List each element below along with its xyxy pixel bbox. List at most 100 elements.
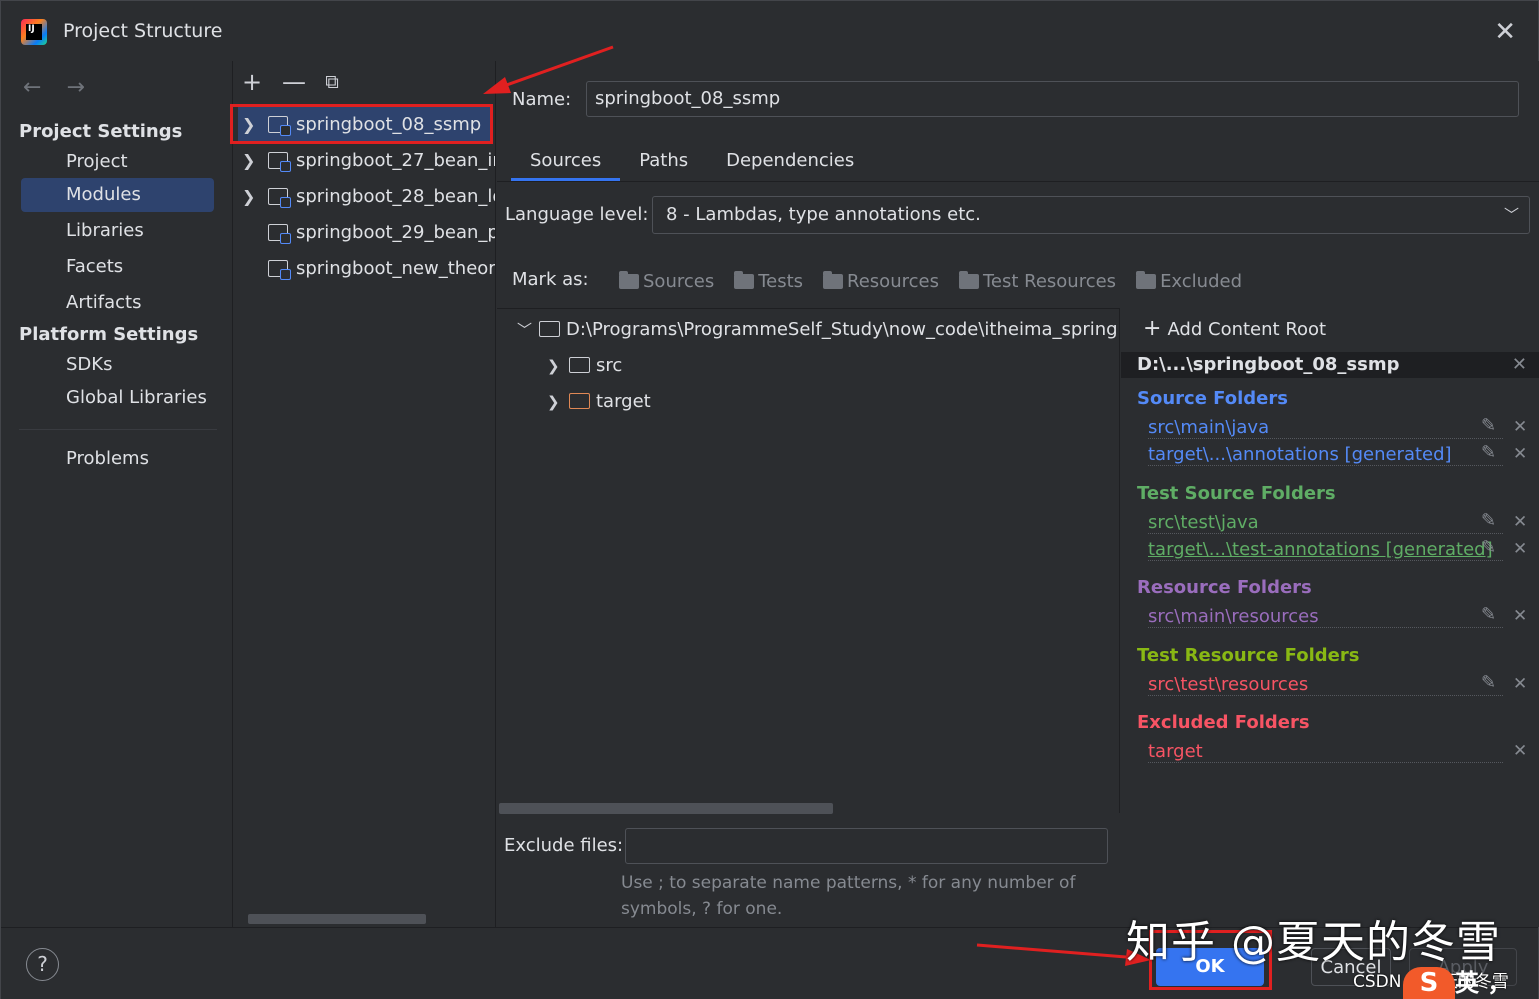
chevron-right-icon[interactable]: ❯ — [547, 349, 569, 383]
excluded-folder-icon — [569, 393, 590, 409]
mark-resources-label: Resources — [847, 271, 939, 292]
chevron-right-icon[interactable]: ❯ — [242, 143, 255, 179]
chevron-right-icon[interactable]: ❯ — [242, 179, 255, 215]
close-icon[interactable]: ✕ — [1513, 674, 1527, 694]
source-folder-item[interactable]: src\main\java — [1148, 417, 1503, 439]
exclude-files-label: Exclude files: — [504, 835, 624, 856]
pencil-icon[interactable]: ✎ — [1481, 510, 1496, 531]
sogou-ime-indicator: S 英 ， — [1403, 967, 1539, 999]
module-row[interactable]: ❯ springboot_08_ssmp — [238, 107, 492, 143]
test-resource-folder-item[interactable]: src\test\resources — [1148, 674, 1503, 696]
back-arrow-icon[interactable]: ← — [23, 75, 41, 100]
module-folder-icon — [268, 152, 291, 172]
close-icon[interactable]: ✕ — [1513, 539, 1527, 559]
mark-test-resources-label: Test Resources — [982, 271, 1117, 292]
close-icon[interactable]: ✕ — [1513, 741, 1527, 761]
nav-item-project[interactable]: Project — [21, 145, 214, 179]
pencil-icon[interactable]: ✎ — [1481, 604, 1496, 625]
pencil-icon[interactable]: ✎ — [1481, 537, 1496, 558]
tree-root-path: D:\Programs\ProgrammeSelf_Study\now_code… — [566, 319, 1120, 340]
content-roots-panel: + Add Content Root D:\...\springboot_08_s… — [1121, 308, 1539, 927]
folder-icon — [734, 271, 755, 289]
chevron-down-icon[interactable]: ﹀ — [517, 313, 539, 347]
intellij-idea-icon: IJ — [21, 19, 47, 45]
nav-item-modules[interactable]: Modules — [21, 178, 214, 212]
nav-item-sdks[interactable]: SDKs — [21, 348, 214, 382]
tab-paths[interactable]: Paths — [620, 145, 707, 181]
forward-arrow-icon[interactable]: → — [66, 75, 84, 100]
module-folder-icon — [268, 188, 291, 208]
mark-excluded-label: Excluded — [1160, 271, 1243, 292]
module-toolbar: + — ⧉ — [242, 67, 342, 97]
tree-row[interactable]: ❯ target — [547, 385, 651, 419]
tab-sources[interactable]: Sources — [511, 145, 621, 181]
module-name: springboot_27_bean_in — [296, 150, 496, 171]
nav-item-facets[interactable]: Facets — [21, 250, 214, 284]
close-icon[interactable]: ✕ — [1494, 17, 1516, 47]
add-content-root-label: Add Content Root — [1167, 319, 1327, 340]
chevron-down-icon[interactable]: ﹀ — [1504, 197, 1519, 233]
close-icon[interactable]: ✕ — [1513, 606, 1527, 626]
source-folder-item[interactable]: target\...\annotations [generated] — [1148, 444, 1503, 466]
test-source-folders-title: Test Source Folders — [1137, 483, 1336, 504]
exclude-files-input[interactable] — [625, 828, 1108, 864]
tabs-divider — [497, 181, 1539, 182]
plus-icon: + — [1143, 316, 1162, 341]
module-name-input[interactable]: springboot_08_ssmp — [586, 81, 1519, 117]
pencil-icon[interactable]: ✎ — [1481, 442, 1496, 463]
tree-root-row[interactable]: ﹀ D:\Programs\ProgrammeSelf_Study\now_cod… — [517, 313, 1120, 347]
tree-item-label: src — [596, 355, 623, 376]
module-list-scrollbar[interactable] — [248, 914, 426, 924]
excluded-folder-item[interactable]: target — [1148, 741, 1503, 763]
mark-as-label: Mark as: — [512, 269, 589, 290]
project-settings-heading: Project Settings — [19, 121, 183, 142]
mark-tests-button[interactable]: Tests — [734, 271, 803, 292]
module-folder-icon — [268, 260, 291, 280]
nav-item-problems[interactable]: Problems — [21, 442, 214, 476]
language-level-select[interactable]: 8 - Lambdas, type annotations etc. ﹀ — [652, 196, 1530, 234]
close-icon[interactable]: ✕ — [1513, 417, 1527, 437]
language-level-value: 8 - Lambdas, type annotations etc. — [666, 204, 981, 225]
module-row[interactable]: springboot_new_theory — [234, 251, 495, 287]
module-folder-icon — [268, 224, 291, 244]
chevron-right-icon[interactable]: ❯ — [547, 385, 569, 419]
remove-module-icon[interactable]: — — [282, 68, 306, 96]
module-row[interactable]: ❯ springboot_27_bean_in — [234, 143, 496, 179]
module-folder-icon — [268, 116, 291, 136]
tree-row[interactable]: ❯ src — [547, 349, 622, 383]
help-icon[interactable]: ? — [26, 948, 59, 981]
add-content-root-button[interactable]: + Add Content Root — [1143, 316, 1326, 341]
add-module-icon[interactable]: + — [242, 68, 262, 96]
mark-sources-label: Sources — [643, 271, 715, 292]
module-name: springboot_29_bean_pr — [296, 222, 496, 243]
module-tabs: Sources Paths Dependencies — [511, 145, 873, 181]
mark-excluded-button[interactable]: Excluded — [1136, 271, 1242, 292]
name-label: Name: — [512, 89, 572, 110]
nav-item-libraries[interactable]: Libraries — [21, 214, 214, 248]
test-source-folder-item[interactable]: src\test\java — [1148, 512, 1503, 534]
mark-sources-button[interactable]: Sources — [619, 271, 714, 292]
module-row[interactable]: ❯ springboot_28_bean_lo — [234, 179, 495, 215]
pencil-icon[interactable]: ✎ — [1481, 672, 1496, 693]
module-row[interactable]: springboot_29_bean_pr — [234, 215, 496, 251]
close-icon[interactable]: ✕ — [1513, 512, 1527, 532]
pencil-icon[interactable]: ✎ — [1481, 415, 1496, 436]
tree-horizontal-scrollbar[interactable] — [499, 803, 833, 814]
test-source-folder-item[interactable]: target\...\test-annotations [generated] — [1148, 539, 1503, 561]
tab-dependencies[interactable]: Dependencies — [707, 145, 873, 181]
module-detail-panel: Name: springboot_08_ssmp Sources Paths D… — [497, 61, 1539, 927]
chevron-right-icon[interactable]: ❯ — [242, 107, 255, 143]
resource-folder-item[interactable]: src\main\resources — [1148, 606, 1503, 628]
mark-resources-button[interactable]: Resources — [823, 271, 939, 292]
folder-icon — [958, 271, 979, 289]
mark-test-resources-button[interactable]: Test Resources — [958, 271, 1117, 292]
folder-icon — [823, 271, 844, 289]
close-icon[interactable]: ✕ — [1513, 444, 1527, 464]
content-root-path: D:\...\springboot_08_ssmp — [1137, 354, 1400, 375]
nav-item-global-libraries[interactable]: Global Libraries — [21, 381, 214, 415]
title-bar: IJ Project Structure ✕ — [1, 1, 1538, 61]
copy-module-icon[interactable]: ⧉ — [322, 71, 342, 93]
nav-item-artifacts[interactable]: Artifacts — [21, 286, 214, 320]
close-icon[interactable]: ✕ — [1512, 352, 1527, 378]
folder-icon — [619, 271, 639, 289]
